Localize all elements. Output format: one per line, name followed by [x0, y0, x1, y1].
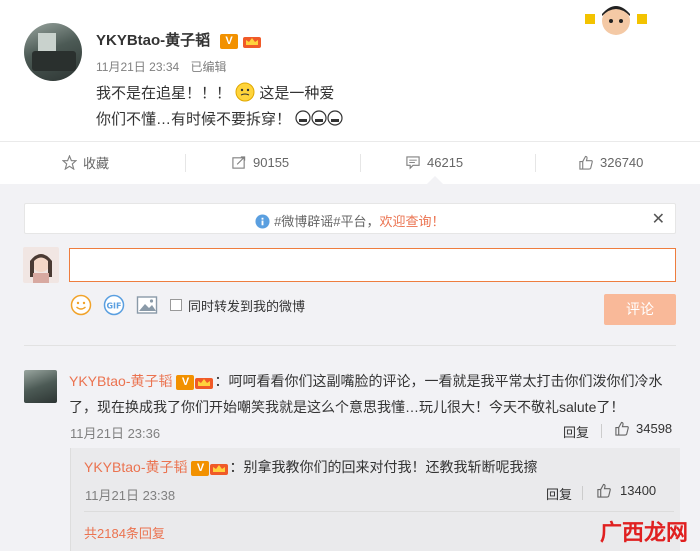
post-text-line2: 你们不懂…有时候不要拆穿！	[96, 108, 343, 129]
comment-like-button[interactable]: 34598	[614, 421, 672, 436]
action-bar: 收藏 90155 46215 326740	[0, 141, 700, 183]
comment-count: 46215	[427, 154, 464, 170]
rumor-notice: #微博辟谣#平台，欢迎查询！ ✕	[24, 203, 676, 234]
crown-icon	[195, 377, 214, 389]
comment-action-sep	[601, 424, 602, 438]
post-timestamp[interactable]: 11月21日 23:34	[96, 60, 179, 74]
crown-icon	[242, 36, 261, 48]
gif-icon[interactable]: GIF	[103, 294, 125, 316]
like-button[interactable]: 326740	[578, 142, 643, 182]
edited-label[interactable]: 已编辑	[191, 60, 227, 74]
notice-link[interactable]: 欢迎查询！	[380, 214, 445, 229]
more-replies-link[interactable]: 共2184条回复	[84, 523, 165, 542]
svg-text:GIF: GIF	[106, 302, 121, 311]
close-icon[interactable]: ✕	[652, 209, 665, 229]
vip-badge-icon: V	[176, 374, 195, 390]
post-meta: 11月21日 23:34 已编辑	[96, 58, 227, 75]
comment-like-count: 34598	[636, 421, 673, 436]
reply-like-count: 13400	[620, 483, 657, 498]
repost-button[interactable]: 90155	[231, 142, 289, 182]
crown-icon	[210, 463, 229, 475]
my-avatar[interactable]	[23, 247, 59, 283]
favorite-label: 收藏	[83, 155, 110, 171]
reply-timestamp[interactable]: 11月21日 23:38	[85, 485, 175, 504]
post-text-part: 我不是在追星！！！	[96, 85, 232, 102]
post-header: YKYBtao-黄子韬 V	[96, 29, 262, 50]
repost-icon	[232, 155, 246, 169]
post-text-line1: 我不是在追星！！！ 这是一种爱	[96, 82, 334, 103]
reply-text: ：别拿我教你们的回来对付我！还教我斩断呢我擦	[229, 459, 538, 475]
caret-indicator	[427, 176, 443, 184]
thumbs-up-icon	[579, 155, 593, 170]
comment-icon	[406, 155, 420, 169]
post-text-part: 这是一种爱	[259, 85, 335, 102]
favorite-button[interactable]: 收藏	[62, 142, 109, 182]
repost-checkbox-label[interactable]: 同时转发到我的微博	[188, 296, 305, 315]
reply-action-sep	[582, 486, 583, 500]
image-icon[interactable]	[136, 295, 158, 315]
vip-badge-icon: V	[220, 33, 239, 49]
author-name[interactable]: YKYBtao-黄子韬	[96, 32, 210, 49]
repost-checkbox[interactable]	[170, 299, 182, 311]
author-avatar[interactable]	[24, 23, 82, 81]
reply-like-button[interactable]: 13400	[596, 483, 656, 498]
repost-count: 90155	[253, 154, 290, 170]
notice-text: #微博辟谣#平台，	[274, 214, 380, 229]
comment-reply-button[interactable]: 回复	[563, 422, 589, 441]
watermark: 广西龙网	[540, 512, 700, 551]
thumbs-up-icon	[615, 421, 629, 436]
watermark-text: 广西龙网	[599, 521, 688, 546]
emoji-picker-icon[interactable]	[70, 294, 92, 316]
comment-author-name[interactable]: YKYBtao-黄子韬	[69, 373, 172, 389]
submit-comment-button[interactable]: 评论	[604, 294, 676, 325]
info-icon	[255, 214, 270, 229]
laugh-emoji-icon	[295, 110, 343, 126]
reply-author-name[interactable]: YKYBtao-黄子韬	[84, 459, 187, 475]
post-text-part: 你们不懂…有时候不要拆穿！	[96, 111, 292, 128]
reply-reply-button[interactable]: 回复	[546, 484, 572, 503]
composer-toolbar: GIF 同时转发到我的微博	[70, 294, 305, 316]
sticker-image	[585, 6, 647, 36]
divider	[24, 345, 676, 346]
thumbs-up-icon	[597, 483, 611, 498]
comment-author-avatar[interactable]	[24, 370, 57, 403]
star-icon	[62, 154, 77, 170]
vip-badge-icon: V	[191, 460, 210, 476]
comment-timestamp[interactable]: 11月21日 23:36	[70, 423, 160, 442]
reply-body: YKYBtao-黄子韬 V ：别拿我教你们的回来对付我！还教我斩断呢我擦	[84, 456, 674, 478]
emoji-icon	[235, 82, 255, 102]
like-count: 326740	[600, 154, 644, 170]
comment-input[interactable]	[69, 248, 676, 282]
comment-body: YKYBtao-黄子韬 V ：呵呵看看你们这副嘴脸的评论，一看就是我平常太打击你们泼…	[69, 368, 679, 420]
